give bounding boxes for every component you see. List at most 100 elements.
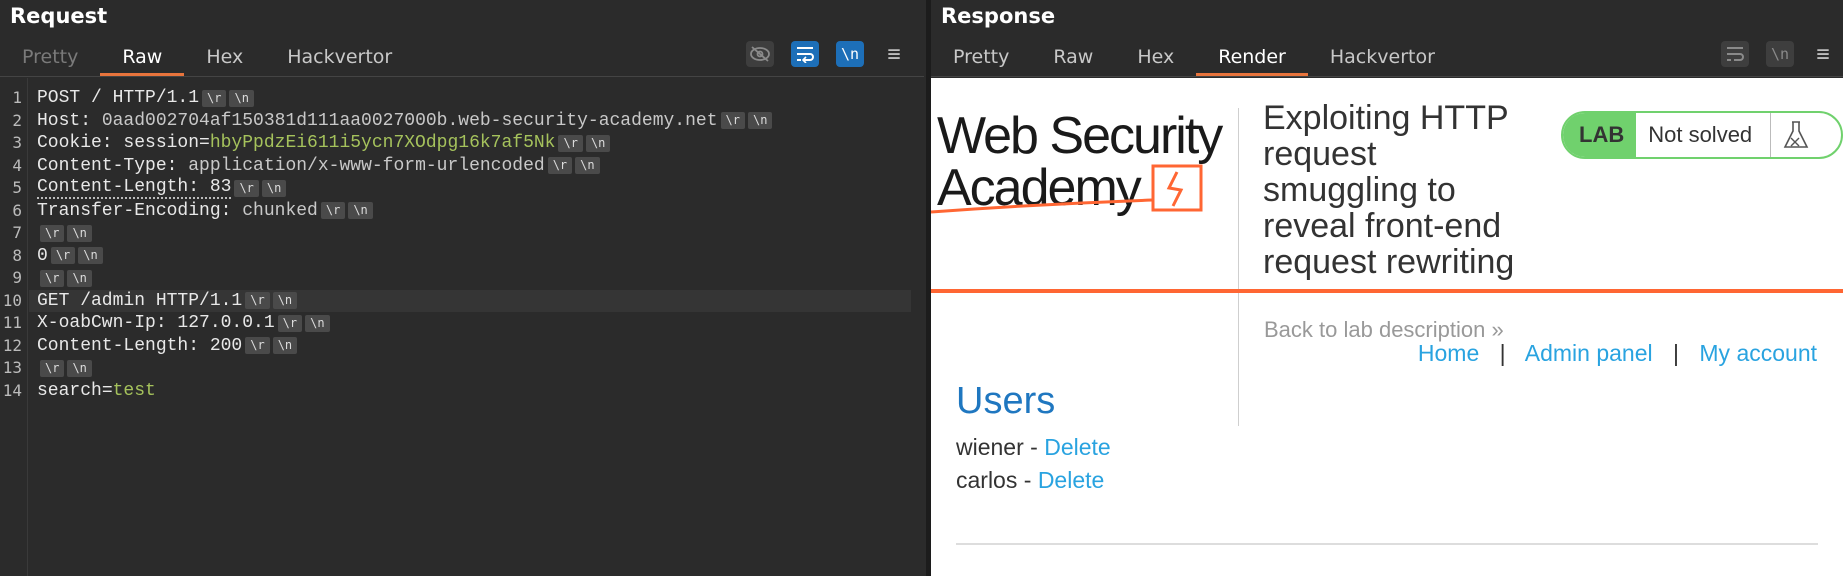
tab-hex[interactable]: Hex	[184, 40, 265, 76]
tab-pretty[interactable]: Pretty	[931, 40, 1031, 76]
request-line[interactable]: Transfer-Encoding: chunked \r \n	[37, 200, 373, 222]
request-title: Request	[10, 4, 108, 28]
tab-render[interactable]: Render	[1196, 40, 1308, 76]
request-line[interactable]: search = test	[37, 380, 156, 402]
user-row: wiener - Delete	[956, 434, 1111, 461]
header-divider	[1238, 108, 1239, 426]
nav-home-link[interactable]: Home	[1418, 340, 1479, 366]
tab-pretty[interactable]: Pretty	[0, 40, 100, 76]
user-name: wiener	[956, 434, 1024, 460]
tab-hex[interactable]: Hex	[1115, 40, 1196, 76]
user-name: carlos	[956, 467, 1018, 493]
wrap-lines-button[interactable]	[791, 41, 819, 67]
site-nav: Home | Admin panel | My account	[1418, 340, 1817, 367]
newline-marker: \n	[575, 157, 600, 174]
request-line[interactable]: 0 \r \n	[37, 245, 103, 267]
newline-marker: \n	[229, 89, 254, 107]
request-text: Content-Type:	[37, 155, 189, 176]
wrap-lines-icon	[1727, 47, 1744, 61]
logo-text-line1: Web Security	[937, 107, 1223, 165]
newline-marker: \n	[78, 247, 103, 264]
request-line[interactable]: Content-Length: 83 \r \n	[37, 177, 287, 199]
carriage-return-marker: \r	[547, 157, 573, 174]
users-heading: Users	[956, 380, 1056, 422]
user-separator: -	[1017, 467, 1038, 493]
carriage-return-marker: \r	[245, 337, 270, 354]
header-accent-rule	[931, 289, 1843, 293]
nav-separator: |	[1499, 340, 1506, 366]
newline-marker: \n	[747, 112, 773, 129]
newline-marker: \n	[272, 292, 298, 309]
newline-marker: \n	[67, 359, 92, 377]
carriage-return-marker: \r	[40, 359, 65, 377]
flask-icon	[1771, 113, 1821, 157]
carriage-return-marker: \r	[40, 269, 65, 287]
hide-nonprintable-button[interactable]	[746, 41, 774, 67]
nav-admin-panel-link[interactable]: Admin panel	[1525, 340, 1653, 366]
request-line[interactable]: Content-Length: 200 \r \n	[37, 335, 298, 357]
wrap-lines-button[interactable]	[1721, 41, 1749, 67]
back-link-label: Back to lab description	[1264, 317, 1486, 342]
lab-status-badge: LAB Not solved	[1561, 111, 1843, 159]
carriage-return-marker: \r	[720, 112, 745, 129]
carriage-return-marker: \r	[234, 179, 259, 197]
request-text: test	[112, 380, 156, 401]
tab-raw[interactable]: Raw	[100, 40, 185, 76]
nav-my-account-link[interactable]: My account	[1699, 340, 1817, 366]
lab-status: Not solved	[1636, 113, 1772, 157]
newline-marker: \n	[348, 202, 373, 219]
show-newlines-button[interactable]: \n	[836, 41, 864, 67]
tab-raw[interactable]: Raw	[1031, 40, 1115, 76]
carriage-return-marker: \r	[245, 292, 270, 309]
request-line[interactable]: Host: 0aad002704af150381d111aa0027000b.w…	[37, 110, 773, 132]
hamburger-icon[interactable]: ≡	[880, 41, 908, 67]
newline-marker: \n	[272, 337, 298, 354]
request-text: Transfer-Encoding:	[37, 200, 243, 221]
request-line[interactable]: \r \n	[37, 267, 92, 289]
newline-marker: \n	[585, 134, 611, 152]
double-chevron-icon: »	[1491, 317, 1504, 342]
request-line[interactable]: Cookie: session= hbyPpdzEi611i5ycn7XOdpg1…	[37, 132, 611, 154]
nav-separator: |	[1673, 340, 1679, 366]
delete-user-link[interactable]: Delete	[1044, 434, 1110, 460]
line-number: 9	[12, 268, 22, 287]
request-text: =	[101, 380, 113, 401]
request-line[interactable]: X-oabCwn-Ip: 127.0.0.1 \r \n	[37, 312, 330, 334]
hamburger-icon[interactable]: ≡	[1809, 41, 1837, 67]
request-line[interactable]: \r \n	[37, 222, 92, 244]
delete-user-link[interactable]: Delete	[1038, 467, 1104, 493]
request-text: search	[37, 380, 102, 401]
line-number: 8	[12, 245, 22, 265]
request-tabs: Pretty Raw Hex Hackvertor	[0, 40, 414, 76]
response-title: Response	[941, 4, 1056, 28]
lab-title: Exploiting HTTP request smuggling to rev…	[1263, 99, 1515, 281]
line-number: 4	[12, 155, 22, 175]
request-text: Cookie: session=	[37, 133, 210, 153]
newline-marker: \n	[67, 269, 92, 287]
line-number-gutter: 1 2 3 4 5 6 7 8 9 10 11 12 13 14	[0, 78, 28, 576]
tab-hackvertor[interactable]: Hackvertor	[265, 40, 414, 76]
line-number: 3	[12, 133, 22, 152]
request-line[interactable]: GET /admin HTTP/1.1 \r \n	[29, 289, 911, 312]
line-number: 11	[2, 313, 22, 332]
request-line[interactable]: POST / HTTP/1.1 \r \n	[37, 87, 254, 109]
carriage-return-marker: \r	[50, 247, 76, 264]
request-text: 0aad002704af150381d111aa0027000b.web-sec…	[101, 110, 718, 131]
response-tabs: Pretty Raw Hex Render Hackvertor	[931, 40, 1457, 76]
carriage-return-marker: \r	[277, 314, 303, 332]
request-text: POST / HTTP/1.1	[37, 88, 200, 108]
wrap-lines-icon	[797, 47, 814, 63]
request-text: Content-Length: 83	[37, 177, 232, 199]
request-line[interactable]: \r \n	[37, 357, 92, 379]
request-editor[interactable]: 1 2 3 4 5 6 7 8 9 10 11 12 13 14 POST / HTTP/1.1 \r \n H…	[0, 78, 924, 576]
carriage-return-marker: \r	[558, 134, 583, 152]
request-text: chunked	[242, 200, 318, 221]
show-newlines-button[interactable]: \n	[1766, 41, 1794, 67]
request-text: 0	[37, 245, 48, 266]
line-number: 14	[2, 380, 22, 400]
user-row: carlos - Delete	[956, 467, 1104, 494]
content-divider	[956, 543, 1818, 545]
tab-divider	[0, 76, 924, 77]
tab-hackvertor[interactable]: Hackvertor	[1308, 40, 1457, 76]
request-line[interactable]: Content-Type: application/x-www-form-url…	[37, 155, 600, 177]
